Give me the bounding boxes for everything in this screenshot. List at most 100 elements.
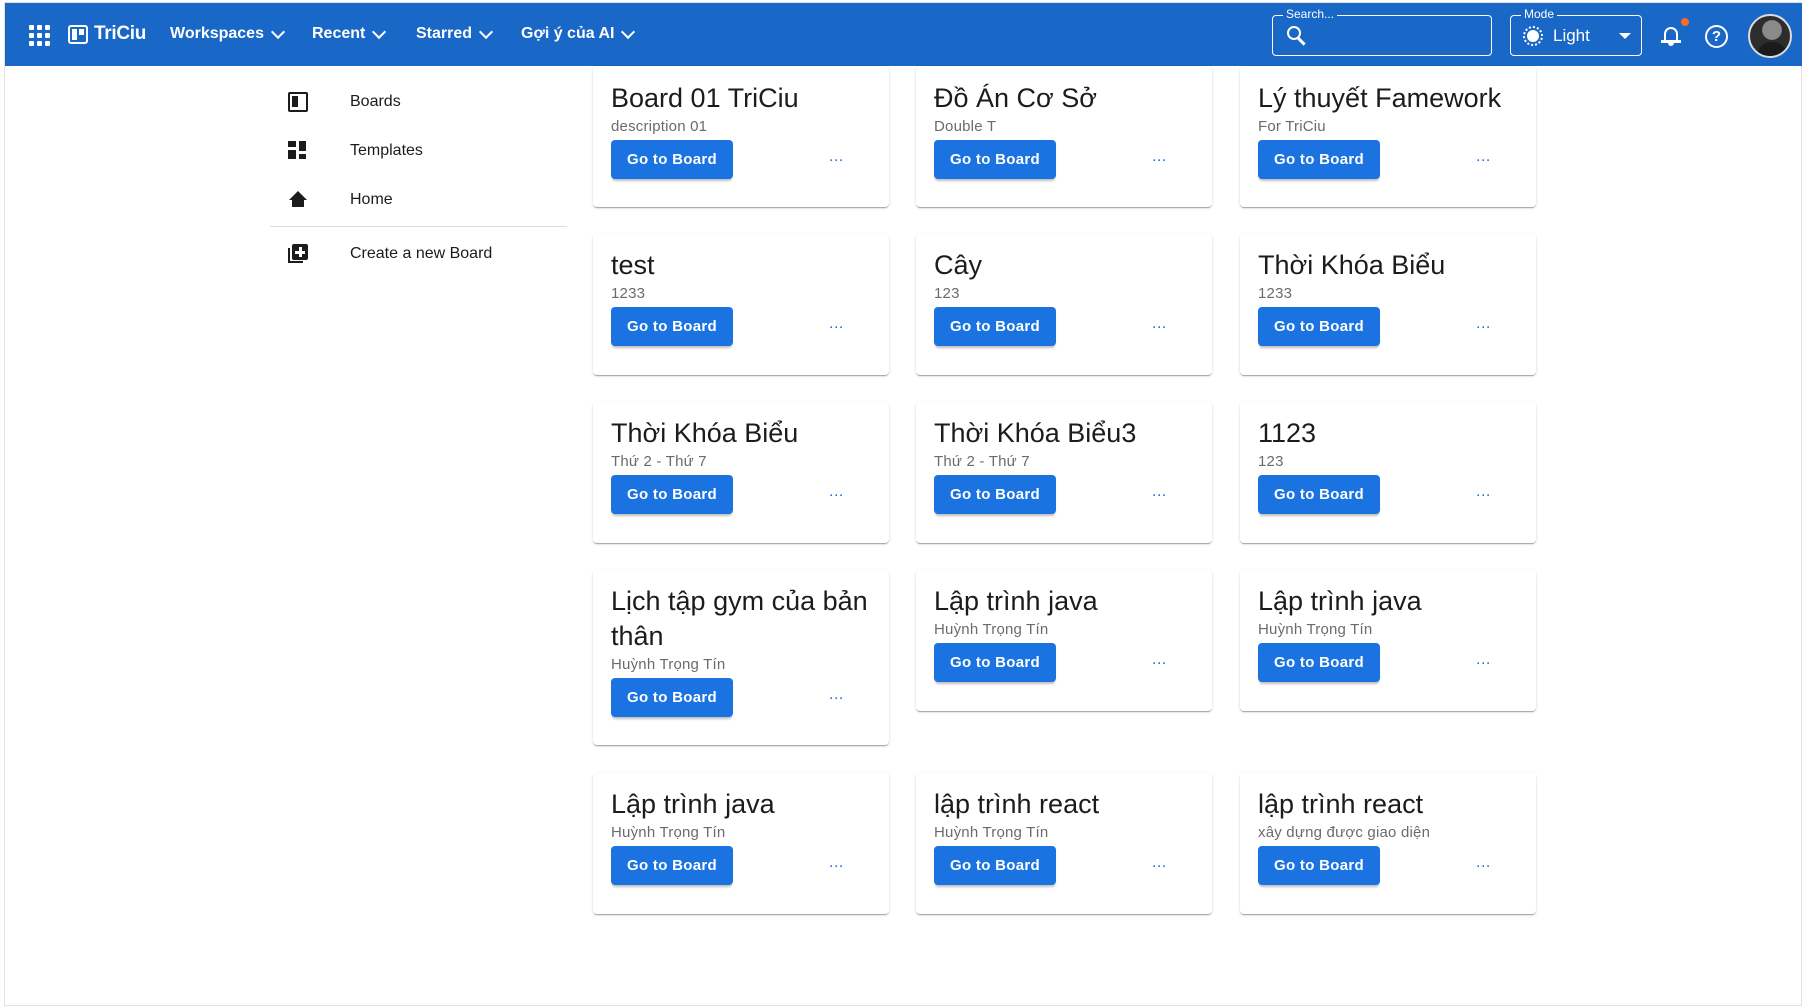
sidebar-divider	[270, 226, 567, 227]
card-actions: Go to Board ...	[934, 307, 1194, 365]
card-actions: Go to Board ...	[1258, 140, 1518, 198]
more-options-button[interactable]: ...	[1152, 148, 1167, 166]
menu-starred[interactable]: Starred	[416, 24, 494, 43]
card-actions: Go to Board ...	[934, 846, 1194, 904]
sidebar-item-label: Templates	[350, 141, 423, 159]
more-options-button[interactable]: ...	[829, 854, 844, 872]
go-to-board-button[interactable]: Go to Board	[1258, 307, 1380, 346]
search-icon	[1287, 26, 1301, 40]
more-options-button[interactable]: ...	[1476, 148, 1491, 166]
chevron-down-icon	[621, 24, 636, 39]
board-description: Huỳnh Trọng Tín	[1258, 621, 1373, 638]
go-to-board-button[interactable]: Go to Board	[611, 678, 733, 717]
user-avatar[interactable]	[1748, 14, 1792, 58]
board-card: Lập trình java Huỳnh Trọng Tín Go to Boa…	[916, 570, 1212, 711]
go-to-board-button[interactable]: Go to Board	[934, 140, 1056, 179]
board-description: Huỳnh Trọng Tín	[611, 824, 726, 841]
menu-label: Workspaces	[170, 25, 264, 42]
sidebar-item-label: Create a new Board	[350, 244, 493, 262]
go-to-board-button[interactable]: Go to Board	[1258, 140, 1380, 179]
sidebar-item-boards[interactable]: Boards	[270, 77, 567, 126]
more-options-button[interactable]: ...	[829, 148, 844, 166]
sidebar-item-label: Home	[350, 190, 393, 208]
notification-badge-dot	[1681, 18, 1689, 26]
card-actions: Go to Board ...	[1258, 307, 1518, 365]
go-to-board-button[interactable]: Go to Board	[934, 846, 1056, 885]
board-card: Lập trình java Huỳnh Trọng Tín Go to Boa…	[1240, 570, 1536, 711]
board-title: Lịch tập gym của bản thân	[611, 586, 868, 651]
more-options-button[interactable]: ...	[829, 483, 844, 501]
board-card: Lịch tập gym của bản thân Huỳnh Trọng Tí…	[593, 570, 889, 745]
boards-icon	[288, 92, 308, 112]
board-card: Thời Khóa Biểu3 Thứ 2 - Thứ 7 Go to Boar…	[916, 402, 1212, 543]
card-actions: Go to Board ...	[1258, 846, 1518, 904]
go-to-board-button[interactable]: Go to Board	[1258, 846, 1380, 885]
board-card: Lý thuyết Famework For TriCiu Go to Boar…	[1240, 66, 1536, 207]
go-to-board-button[interactable]: Go to Board	[611, 140, 733, 179]
board-title: Thời Khóa Biểu3	[934, 418, 1137, 448]
more-options-button[interactable]: ...	[829, 686, 844, 704]
board-title: Lập trình java	[1258, 586, 1422, 616]
brand-logo[interactable]: TriCiu	[68, 23, 146, 45]
card-actions: Go to Board ...	[611, 846, 871, 904]
sidebar-item-label: Boards	[350, 92, 401, 110]
more-options-button[interactable]: ...	[1476, 651, 1491, 669]
chevron-down-icon	[478, 24, 494, 39]
board-description: Double T	[934, 118, 997, 135]
board-description: Huỳnh Trọng Tín	[611, 656, 726, 673]
board-description: 1233	[611, 285, 646, 302]
go-to-board-button[interactable]: Go to Board	[611, 846, 733, 885]
more-options-button[interactable]: ...	[1152, 651, 1167, 669]
go-to-board-button[interactable]: Go to Board	[934, 475, 1056, 514]
board-description: Huỳnh Trọng Tín	[934, 824, 1049, 841]
more-options-button[interactable]: ...	[1476, 315, 1491, 333]
go-to-board-button[interactable]: Go to Board	[611, 475, 733, 514]
board-title: Board 01 TriCiu	[611, 83, 799, 113]
search-input[interactable]	[1318, 22, 1482, 50]
menu-ai-suggestions[interactable]: Gợi ý của AI	[521, 24, 636, 43]
card-actions: Go to Board ...	[934, 475, 1194, 533]
more-options-button[interactable]: ...	[1476, 854, 1491, 872]
go-to-board-button[interactable]: Go to Board	[934, 643, 1056, 682]
more-options-button[interactable]: ...	[829, 315, 844, 333]
board-card: test 1233 Go to Board ...	[593, 234, 889, 375]
go-to-board-button[interactable]: Go to Board	[1258, 643, 1380, 682]
sidebar-item-create-board[interactable]: Create a new Board	[270, 229, 567, 278]
more-options-button[interactable]: ...	[1476, 483, 1491, 501]
board-description: 1233	[1258, 285, 1293, 302]
search-field[interactable]: Search...	[1272, 7, 1492, 56]
trello-logo-icon	[68, 24, 88, 44]
sidebar-item-templates[interactable]: Templates	[270, 126, 567, 175]
sidebar-item-home[interactable]: Home	[270, 175, 567, 224]
card-actions: Go to Board ...	[1258, 475, 1518, 533]
notifications-bell-icon[interactable]	[1661, 25, 1681, 47]
add-board-icon	[288, 244, 308, 264]
go-to-board-button[interactable]: Go to Board	[934, 307, 1056, 346]
go-to-board-button[interactable]: Go to Board	[1258, 475, 1380, 514]
board-card: Thời Khóa Biểu 1233 Go to Board ...	[1240, 234, 1536, 375]
more-options-button[interactable]: ...	[1152, 854, 1167, 872]
card-actions: Go to Board ...	[934, 643, 1194, 701]
board-card: Đồ Án Cơ Sở Double T Go to Board ...	[916, 66, 1212, 207]
board-title: Thời Khóa Biểu	[611, 418, 799, 448]
brand-name: TriCiu	[94, 23, 147, 44]
board-title: Thời Khóa Biểu	[1258, 250, 1446, 280]
card-actions: Go to Board ...	[611, 475, 871, 533]
card-actions: Go to Board ...	[611, 140, 871, 198]
more-options-button[interactable]: ...	[1152, 315, 1167, 333]
more-options-button[interactable]: ...	[1152, 483, 1167, 501]
menu-workspaces[interactable]: Workspaces	[170, 24, 286, 43]
help-icon[interactable]: ?	[1705, 25, 1728, 48]
board-title: Cây	[934, 250, 983, 280]
card-actions: Go to Board ...	[1258, 643, 1518, 701]
sidebar: Boards Templates Home Create a new Board	[270, 77, 567, 278]
home-icon	[288, 190, 308, 210]
menu-recent[interactable]: Recent	[312, 24, 387, 43]
board-title: Lập trình java	[611, 789, 775, 819]
board-title: lập trình react	[934, 789, 1100, 819]
apps-grid-icon[interactable]	[29, 25, 51, 47]
mode-select[interactable]: Mode Light	[1510, 7, 1642, 56]
go-to-board-button[interactable]: Go to Board	[611, 307, 733, 346]
templates-icon	[288, 141, 308, 161]
board-title: Đồ Án Cơ Sở	[934, 83, 1097, 113]
